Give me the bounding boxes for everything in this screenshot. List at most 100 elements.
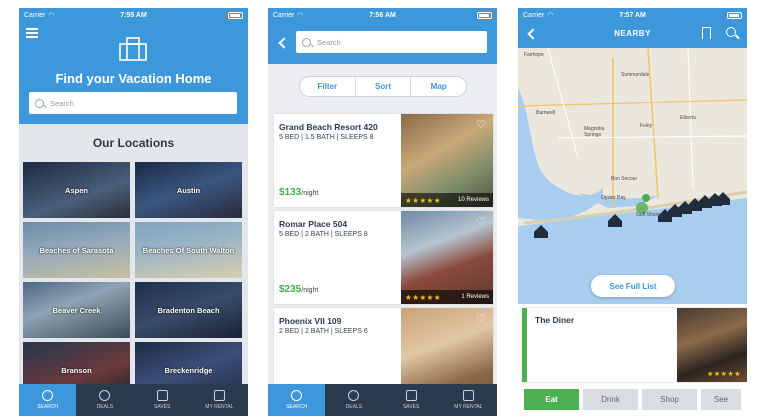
tab-my-rental[interactable]: MY RENTAL xyxy=(191,384,248,416)
price-unit: /night xyxy=(301,287,319,294)
search-icon xyxy=(42,390,54,401)
price-value: $133 xyxy=(279,187,302,198)
tab-saves[interactable]: SAVES xyxy=(134,384,191,416)
listing-name: Romar Place 504 xyxy=(279,219,348,229)
map-label: Elberta xyxy=(680,115,696,121)
house-icon xyxy=(119,37,147,61)
map-label: Oyster Bay xyxy=(601,195,626,201)
location-label: Breckenridge xyxy=(164,365,213,375)
section-title: Our Locations xyxy=(92,136,175,150)
map-label: Fairhope xyxy=(524,52,544,58)
listing-rating: ★★★★★ 10 Reviews xyxy=(401,193,493,207)
listing-specs: 5 BED | 1.5 BATH | SLEEPS 8 xyxy=(279,134,374,141)
tab-label: SAVES xyxy=(153,404,171,410)
tab-label: MY RENTAL xyxy=(205,404,234,410)
phone-screen-listings: Carrier ◠ 7:56 AM Search Filter Sort Map … xyxy=(268,8,497,416)
listing-specs: 5 BED | 2 BATH | SLEEPS 8 xyxy=(279,231,368,238)
location-tile-beaches-of-south-walton[interactable]: Beaches Of South Walton xyxy=(135,222,242,278)
handshake-icon xyxy=(462,390,474,401)
tab-label: DEALS xyxy=(96,404,114,410)
category-drink[interactable]: Drink xyxy=(583,389,638,410)
search-placeholder: Search xyxy=(50,98,74,108)
listing-price: $133/night xyxy=(279,187,318,198)
heart-icon[interactable]: ♡ xyxy=(475,120,487,131)
phone-screen-nearby: Carrier ◠ 7:57 AM NEARBY Fairhope Summer… xyxy=(518,8,747,416)
status-bar: Carrier ◠ 7:56 AM xyxy=(268,8,497,22)
map-label: Barnwell xyxy=(536,110,556,116)
search-placeholder: Search xyxy=(317,37,341,47)
price-unit: /night xyxy=(301,190,319,197)
see-full-list-button[interactable]: See Full List xyxy=(591,275,675,297)
tab-search[interactable]: SEARCH xyxy=(19,384,77,416)
money-bag-icon xyxy=(99,390,111,401)
review-count: 1 Reviews xyxy=(461,294,489,300)
star-rating: ★★★★★ xyxy=(405,292,442,302)
hamburger-icon[interactable] xyxy=(26,28,38,38)
location-label: Branson xyxy=(61,365,92,375)
map-label: Gulf Shores xyxy=(636,212,663,218)
phone-screen-locations: Carrier ◠ 7:55 AM Find your Vacation Home… xyxy=(19,8,248,416)
category-shop[interactable]: Shop xyxy=(642,389,697,410)
search-icon xyxy=(291,390,303,401)
search-icon xyxy=(302,37,311,47)
saves-icon xyxy=(405,390,417,401)
location-tile-aspen[interactable]: Aspen xyxy=(23,162,130,218)
listing-name: Grand Beach Resort 420 xyxy=(279,122,378,132)
map-button[interactable]: Map xyxy=(411,77,466,96)
place-name: The Diner xyxy=(535,315,575,325)
map-label: Bon Secour xyxy=(611,176,638,182)
bookmark-icon[interactable] xyxy=(702,27,711,39)
listing-card[interactable]: Grand Beach Resort 420 5 BED | 1.5 BATH … xyxy=(274,114,493,207)
location-label: Bradenton Beach xyxy=(157,305,220,315)
tab-search[interactable]: SEARCH xyxy=(268,384,326,416)
location-label: Beaches Of South Walton xyxy=(142,245,235,255)
tab-bar: SEARCH DEALS SAVES MY RENTAL xyxy=(268,384,497,416)
sort-button[interactable]: Sort xyxy=(356,77,412,96)
location-tile-austin[interactable]: Austin xyxy=(135,162,242,218)
location-tile-beaches-of-sarasota[interactable]: Beaches of Sarasota xyxy=(23,222,130,278)
search-icon[interactable] xyxy=(726,27,736,37)
review-count: 10 Reviews xyxy=(457,197,489,203)
listing-price: $235/night xyxy=(279,284,318,295)
tab-label: SEARCH xyxy=(37,404,59,410)
location-label: Austin xyxy=(176,185,201,195)
status-time: 7:56 AM xyxy=(369,11,396,19)
tab-label: DEALS xyxy=(345,404,363,410)
status-bar: Carrier ◠ 7:57 AM xyxy=(518,8,747,22)
segmented-control: Filter Sort Map xyxy=(299,76,467,97)
tab-label: SEARCH xyxy=(286,404,308,410)
tab-deals[interactable]: DEALS xyxy=(325,384,382,416)
page-title: Find your Vacation Home xyxy=(55,71,212,86)
place-card[interactable]: The Diner ★★★★★ xyxy=(522,308,747,382)
map-label: Foley xyxy=(640,123,653,129)
search-input[interactable]: Search xyxy=(296,31,487,53)
category-see[interactable]: See xyxy=(701,389,741,410)
tab-label: SAVES xyxy=(402,404,420,410)
star-rating: ★★★★★ xyxy=(405,195,442,205)
listing-card[interactable]: Romar Place 504 5 BED | 2 BATH | SLEEPS … xyxy=(274,211,493,304)
battery-icon xyxy=(727,11,742,19)
listing-specs: 2 BED | 2 BATH | SLEEPS 6 xyxy=(279,328,368,335)
page-title: NEARBY xyxy=(614,29,651,38)
listing-name: Phoenix VII 109 xyxy=(279,316,342,326)
heart-icon[interactable]: ♡ xyxy=(475,217,487,228)
listing-rating: ★★★★★ 1 Reviews xyxy=(401,290,493,304)
battery-icon xyxy=(228,11,243,19)
tab-deals[interactable]: DEALS xyxy=(76,384,133,416)
battery-icon xyxy=(477,11,492,19)
status-bar: Carrier ◠ 7:55 AM xyxy=(19,8,248,22)
map-view[interactable]: Fairhope Summerdale Barnwell Magnolia Sp… xyxy=(518,48,747,304)
search-input[interactable]: Search xyxy=(29,92,237,114)
category-eat[interactable]: Eat xyxy=(524,389,579,410)
location-tile-bradenton-beach[interactable]: Bradenton Beach xyxy=(135,282,242,338)
tab-saves[interactable]: SAVES xyxy=(383,384,440,416)
location-tile-beaver-creek[interactable]: Beaver Creek xyxy=(23,282,130,338)
heart-icon[interactable]: ♡ xyxy=(475,314,487,325)
filter-button[interactable]: Filter xyxy=(300,77,356,96)
handshake-icon xyxy=(213,390,225,401)
tab-my-rental[interactable]: MY RENTAL xyxy=(440,384,497,416)
money-bag-icon xyxy=(348,390,360,401)
category-bar: Eat Drink Shop See xyxy=(518,389,747,416)
saves-icon xyxy=(156,390,168,401)
location-label: Beaches of Sarasota xyxy=(39,245,114,255)
